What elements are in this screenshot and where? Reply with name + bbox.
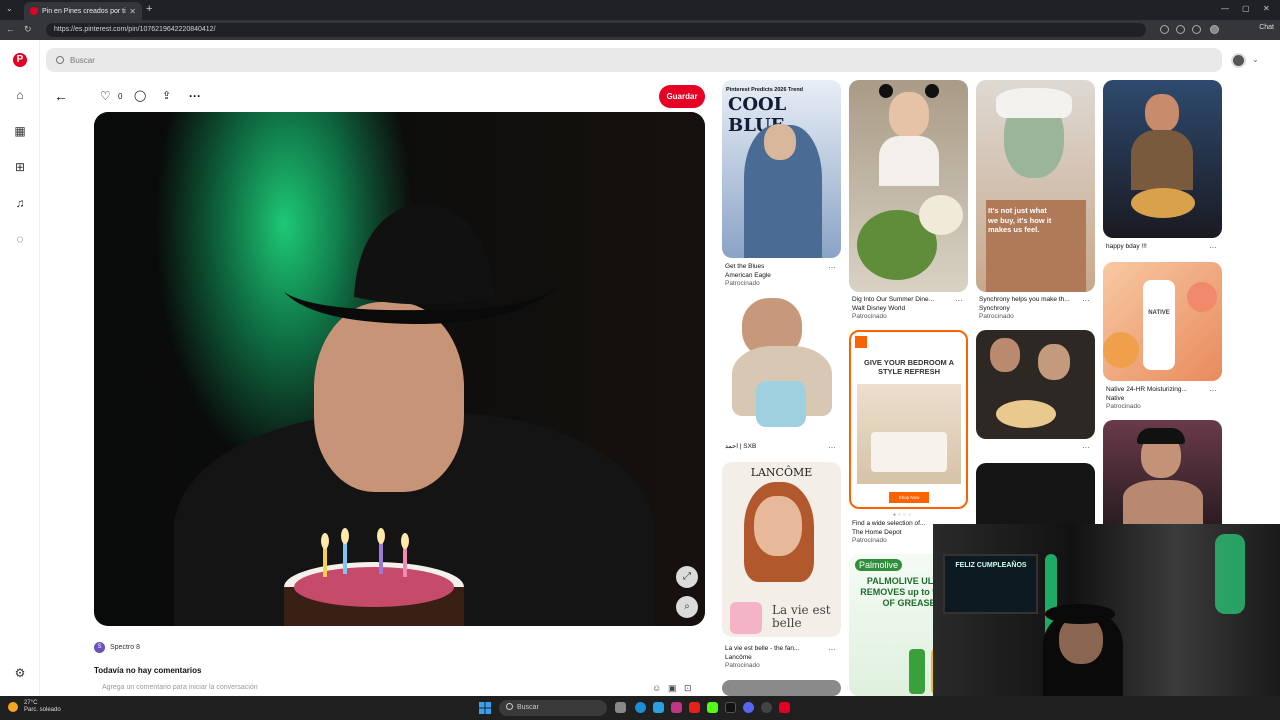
- pin-more-icon[interactable]: ···: [1082, 296, 1090, 305]
- messages-icon[interactable]: ◌: [13, 232, 27, 246]
- bookmark-icon[interactable]: [1176, 25, 1185, 34]
- discord-icon[interactable]: [743, 702, 754, 713]
- expand-icon[interactable]: ⤢: [676, 566, 698, 588]
- windows-start-icon[interactable]: [479, 702, 491, 714]
- reload-icon[interactable]: ↻: [24, 24, 32, 35]
- search-input[interactable]: Buscar: [46, 48, 1222, 72]
- account-chevron-down-icon[interactable]: ⌄: [1252, 55, 1259, 64]
- pin-card-happy-bday[interactable]: [1103, 80, 1222, 238]
- pinterest-logo-icon[interactable]: P: [13, 53, 27, 67]
- visual-search-icon[interactable]: ⌕: [676, 596, 698, 618]
- pin-caption: Synchrony helps you make th... Synchrony P…: [979, 296, 1070, 320]
- pin-card-cool-blue[interactable]: Pinterest Predicts 2026 Trend COOL BLUE: [722, 80, 841, 258]
- author-name: Spectro 8: [110, 644, 140, 651]
- pin-caption: Native 24-HR Moisturizing... Native Patroc…: [1106, 386, 1187, 410]
- pin-card[interactable]: [722, 680, 841, 696]
- kick-icon[interactable]: [707, 702, 718, 713]
- task-view-icon[interactable]: [615, 702, 626, 713]
- search-placeholder: Buscar: [70, 55, 95, 65]
- pin-card-cake-man[interactable]: [722, 296, 841, 438]
- pin-caption: Get the Blues American Eagle Patrocinado: [725, 263, 771, 287]
- pin-more-icon[interactable]: ···: [828, 263, 836, 272]
- url-field[interactable]: https://es.pinterest.com/pin/10762196422…: [46, 23, 1146, 37]
- instagram-icon[interactable]: [671, 702, 682, 713]
- weather-widget[interactable]: 27°C Parc. soleado: [8, 700, 61, 714]
- sticker-icon[interactable]: ▣: [668, 683, 677, 694]
- tab-title: Pin en Pines creados por ti: [42, 7, 126, 15]
- home-icon[interactable]: ⌂: [13, 88, 27, 102]
- pinterest-favicon-icon: [30, 7, 38, 15]
- cowboy-hat: [284, 202, 564, 324]
- pin-more-icon[interactable]: ···: [828, 443, 836, 452]
- pin-caption: Dig Into Our Summer Dine... Walt Disney W…: [852, 296, 934, 320]
- pin-more-icon[interactable]: ···: [955, 296, 963, 305]
- pin-image[interactable]: ⤢ ⌕: [94, 112, 705, 626]
- pin-caption: happy bday !!!: [1106, 243, 1147, 250]
- carousel-dots[interactable]: ●○○○: [893, 512, 913, 518]
- boards-icon[interactable]: ▦: [13, 124, 27, 138]
- image-upload-icon[interactable]: ⊡: [684, 683, 692, 694]
- search-icon: [56, 56, 64, 64]
- pin-caption: احمد | SXB: [725, 443, 757, 450]
- chat-button[interactable]: Chat: [1259, 24, 1274, 31]
- obs-icon[interactable]: [761, 702, 772, 713]
- save-button[interactable]: Guardar: [659, 85, 705, 108]
- edge-icon[interactable]: [635, 702, 646, 713]
- close-window-icon[interactable]: ✕: [1263, 4, 1270, 13]
- pin-author[interactable]: S Spectro 8: [94, 642, 140, 653]
- birthday-cake: [284, 528, 464, 626]
- pin-more-icon[interactable]: ···: [1209, 386, 1217, 395]
- avatar[interactable]: [1231, 53, 1246, 68]
- pin-card-birthday-friends[interactable]: [976, 330, 1095, 439]
- pin-card-native[interactable]: NATIVE: [1103, 262, 1222, 381]
- more-options-icon[interactable]: ···: [189, 89, 201, 103]
- feliz-cumpleanos-screen: FELIZ CUMPLEAÑOS: [943, 554, 1038, 614]
- emoji-icon[interactable]: ☺: [652, 683, 661, 693]
- tiktok-icon[interactable]: [725, 702, 736, 713]
- pin-more-icon[interactable]: ···: [828, 645, 836, 654]
- pin-more-icon[interactable]: ···: [1082, 443, 1090, 452]
- pin-caption: Find a wide selection of... The Home Depo…: [852, 520, 926, 544]
- extension-icon[interactable]: [1160, 25, 1169, 34]
- comment-icon[interactable]: ◯: [134, 89, 146, 102]
- no-comments-heading: Todavía no hay comentarios: [94, 666, 202, 675]
- author-avatar: S: [94, 642, 105, 653]
- pin-card-lancome[interactable]: LANCÔME La vie est belle: [722, 462, 841, 637]
- like-count: 0: [118, 92, 123, 101]
- app-red-icon[interactable]: [779, 702, 790, 713]
- pin-caption: La vie est belle - the fan... Lancôme Patr…: [725, 645, 800, 669]
- share-icon[interactable]: ⇪: [162, 89, 171, 102]
- taskbar-search[interactable]: Buscar: [499, 700, 607, 716]
- heart-icon[interactable]: ♡: [100, 89, 111, 103]
- pin-more-icon[interactable]: ···: [1209, 243, 1217, 252]
- new-tab-icon[interactable]: +: [146, 3, 152, 15]
- favorites-icon[interactable]: [1192, 25, 1201, 34]
- address-bar-row: ← ↻ https://es.pinterest.com/pin/1076219…: [0, 20, 1280, 40]
- close-tab-icon[interactable]: ✕: [129, 7, 136, 16]
- pin-card-dark[interactable]: [976, 463, 1095, 525]
- profile-icon[interactable]: [1210, 25, 1219, 34]
- browser-tab[interactable]: Pin en Pines creados por ti ✕: [24, 2, 142, 20]
- create-icon[interactable]: ⊞: [13, 160, 27, 174]
- tab-list-icon[interactable]: ⌄: [6, 4, 13, 13]
- browser-tab-bar: ⌄ Pin en Pines creados por ti ✕ + — ▢ ✕: [0, 0, 1280, 20]
- pin-card-man-cap[interactable]: [1103, 420, 1222, 524]
- youtube-icon[interactable]: [689, 702, 700, 713]
- settings-gear-icon[interactable]: ⚙: [13, 666, 27, 680]
- pin-card-synchrony[interactable]: It's not just what we buy, it's how it m…: [976, 80, 1095, 292]
- maximize-icon[interactable]: ▢: [1242, 4, 1250, 13]
- back-nav-icon[interactable]: ←: [6, 24, 15, 34]
- left-nav-rail: P ⌂ ▦ ⊞ ♫ ◌ ⚙: [0, 40, 40, 696]
- taskbar-search-icon: [506, 703, 513, 710]
- sun-icon: [8, 702, 18, 712]
- minimize-icon[interactable]: —: [1221, 4, 1229, 13]
- notifications-bell-icon[interactable]: ♫: [13, 196, 27, 210]
- webcam-overlay: FELIZ CUMPLEAÑOS: [933, 524, 1280, 696]
- back-arrow-icon[interactable]: ←: [54, 88, 68, 104]
- pin-card-home-depot[interactable]: GIVE YOUR BEDROOM A STYLE REFRESH Shop N…: [849, 330, 968, 509]
- pin-card-disney[interactable]: [849, 80, 968, 292]
- app-icon[interactable]: [653, 702, 664, 713]
- comment-input[interactable]: Agrega un comentario para iniciar la con…: [102, 684, 258, 691]
